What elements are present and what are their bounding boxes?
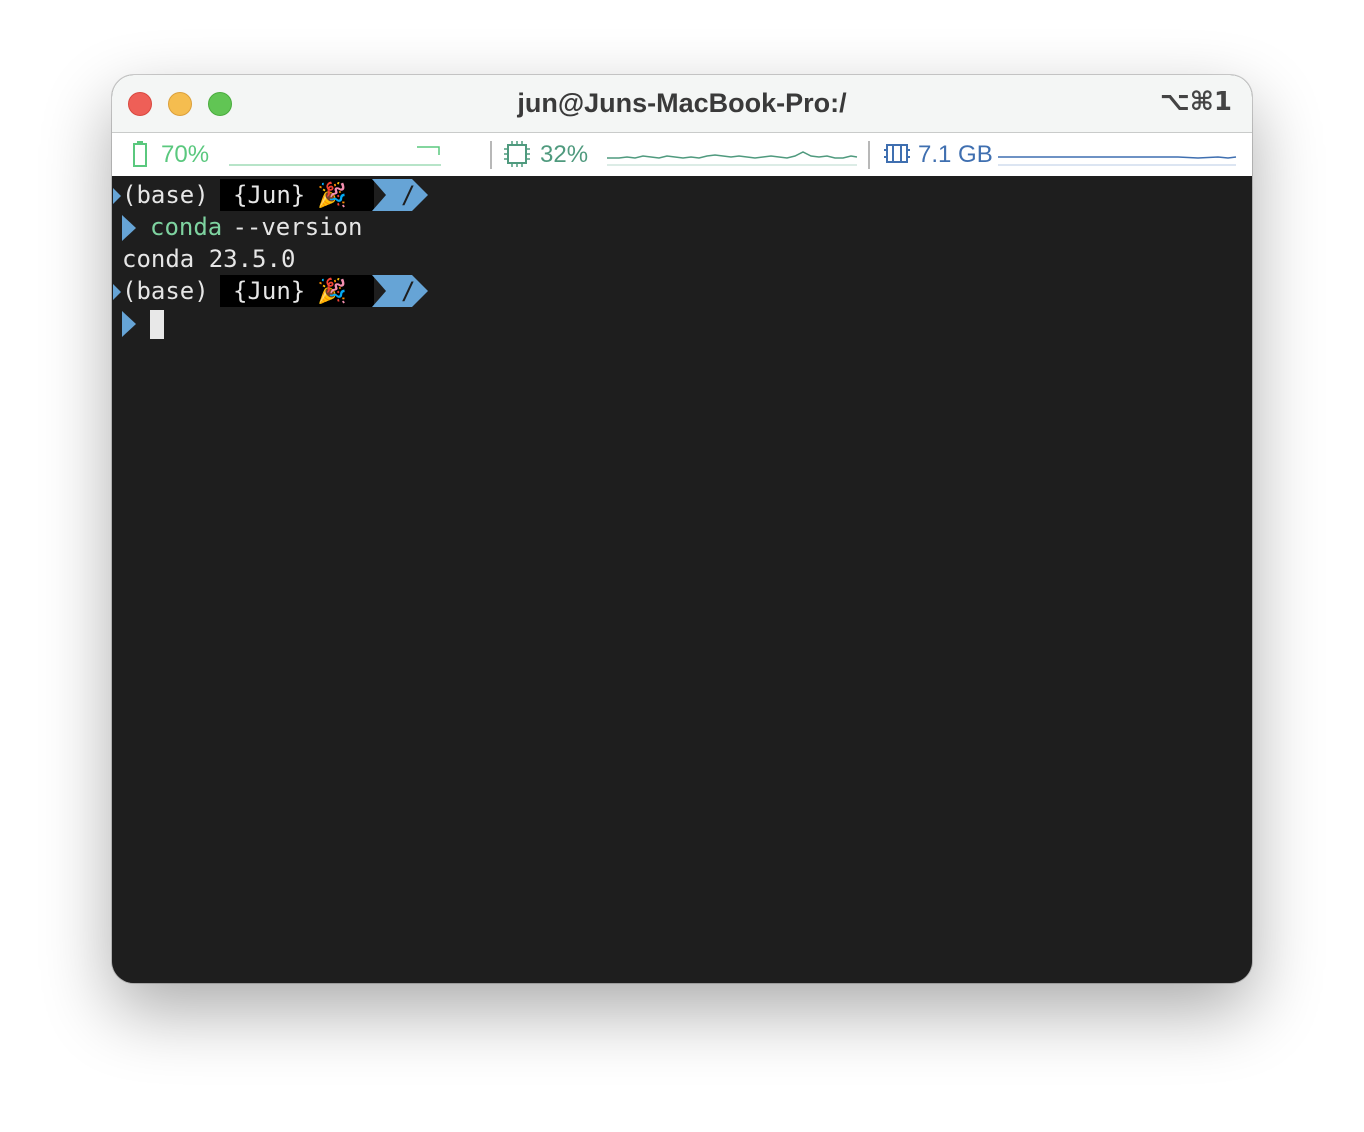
battery-percent: 70% (161, 141, 210, 168)
battery-icon (133, 141, 147, 167)
conda-env: (base) (122, 277, 209, 305)
text-cursor (150, 310, 164, 339)
prompt-arrow-icon (122, 215, 136, 241)
prompt-segment-arrow-icon (113, 284, 121, 300)
output-text: conda 23.5.0 (122, 245, 296, 273)
terminal-window: jun@Juns-MacBook-Pro:/ ⌥⌘1 70% 32% 7.1 G… (112, 75, 1252, 983)
cpu-percent: 32% (540, 141, 589, 168)
prompt-arrow-icon (122, 311, 136, 337)
command-line: conda --version (112, 211, 512, 243)
prompt-path: / (401, 277, 416, 305)
window-shortcut: ⌥⌘1 (1159, 87, 1232, 117)
status-bar: 70% 32% 7.1 GB (112, 133, 1252, 176)
battery-graph (229, 146, 441, 166)
command-output: conda 23.5.0 (112, 243, 512, 275)
prompt-user: {Jun} (233, 181, 306, 209)
status-divider (868, 141, 870, 169)
memory-usage: 7.1 GB (918, 141, 993, 168)
party-popper-icon: 🎉 (317, 181, 347, 209)
terminal-content[interactable]: (base) {Jun} 🎉 / conda --version conda 2… (112, 176, 1252, 983)
memory-graph (998, 156, 1237, 166)
conda-env: (base) (122, 181, 209, 209)
party-popper-icon: 🎉 (317, 277, 347, 305)
prompt-line: (base) {Jun} 🎉 / (112, 275, 452, 307)
command-args: --version (218, 213, 363, 241)
prompt-user: {Jun} (233, 277, 306, 305)
prompt-segment-arrow-icon (113, 188, 121, 204)
prompt-line: (base) {Jun} 🎉 / (112, 179, 452, 211)
cpu-graph (607, 151, 858, 166)
memory-icon (884, 144, 910, 163)
title-bar[interactable]: jun@Juns-MacBook-Pro:/ ⌥⌘1 (112, 75, 1252, 133)
input-line[interactable] (112, 307, 312, 339)
prompt-path: / (401, 181, 416, 209)
cpu-icon (504, 141, 530, 167)
window-title: jun@Juns-MacBook-Pro:/ (517, 88, 847, 118)
status-divider (490, 141, 492, 169)
command-name: conda (150, 213, 223, 241)
